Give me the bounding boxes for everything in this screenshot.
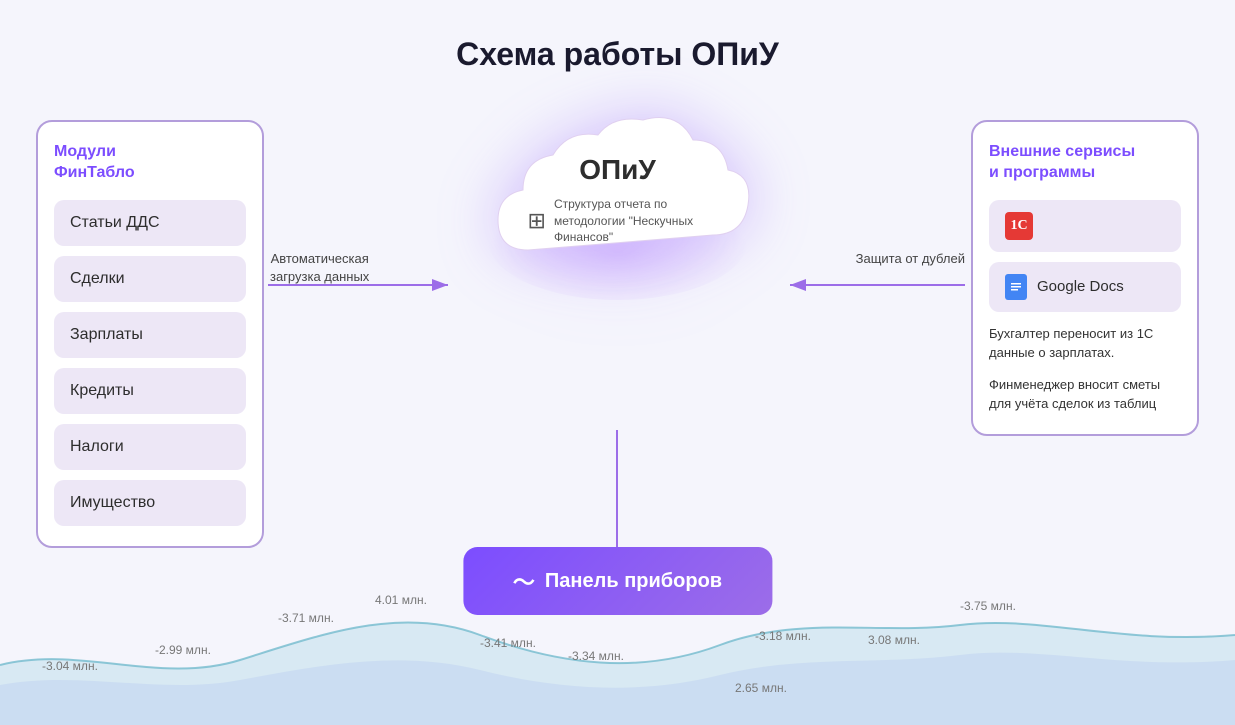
chart-label-5: -3.34 млн. <box>568 649 624 663</box>
service-desc-1: Бухгалтер переносит из 1С данные о зарпл… <box>989 324 1181 363</box>
module-item-taxes: Налоги <box>54 424 246 470</box>
chart-label-3: 4.01 млн. <box>375 593 427 607</box>
module-item-salary: Зарплаты <box>54 312 246 358</box>
chart-label-2: -3.71 млн. <box>278 611 334 625</box>
service-desc-2: Финменеджер вносит сметы для учёта сдело… <box>989 375 1181 414</box>
cloud-content: ОПиУ ⊞ Структура отчета по методологии "… <box>528 154 708 246</box>
left-panel: МодулиФинТабло Статьи ДДС Сделки Зарплат… <box>36 120 264 548</box>
service-item-gdocs: Google Docs <box>989 262 1181 312</box>
cloud-title: ОПиУ <box>528 154 708 186</box>
gdocs-icon <box>1005 274 1027 300</box>
chart-label-10: -3.75 млн. <box>960 599 1016 613</box>
service-item-1c: 1С <box>989 200 1181 252</box>
cloud-shape: ОПиУ ⊞ Структура отчета по методологии "… <box>468 100 768 300</box>
dashboard-button[interactable]: 〜 Панель приборов <box>463 547 772 615</box>
cloud-subtitle: ⊞ Структура отчета по методологии "Неску… <box>528 196 708 246</box>
cloud-subtitle-text: Структура отчета по методологии "Нескучн… <box>554 196 708 246</box>
right-panel: Внешние сервисыи программы 1С Google Doc… <box>971 120 1199 436</box>
cloud-wrapper: ОПиУ ⊞ Структура отчета по методологии "… <box>468 100 768 300</box>
onecs-icon: 1С <box>1005 212 1033 240</box>
chart-label-8: -3.18 млн. <box>755 629 811 643</box>
module-item-property: Имущество <box>54 480 246 526</box>
chart-label-9: 3.08 млн. <box>868 633 920 647</box>
module-item-credits: Кредиты <box>54 368 246 414</box>
chart-label-0: -3.04 млн. <box>42 659 98 673</box>
protect-label: Защита от дублей <box>856 250 965 268</box>
page-title: Схема работы ОПиУ <box>0 0 1235 73</box>
module-item-dds: Статьи ДДС <box>54 200 246 246</box>
dashboard-label: Панель приборов <box>545 570 722 593</box>
right-panel-title: Внешние сервисыи программы <box>989 142 1181 184</box>
auto-load-label: Автоматическаязагрузка данных <box>270 250 369 286</box>
table-icon: ⊞ <box>528 206 546 237</box>
service-label-gdocs: Google Docs <box>1037 278 1124 295</box>
chart-line-icon: 〜 <box>513 565 535 597</box>
chart-label-4: -3.41 млн. <box>480 636 536 650</box>
chart-label-1: -2.99 млн. <box>155 643 211 657</box>
module-item-deals: Сделки <box>54 256 246 302</box>
left-panel-title: МодулиФинТабло <box>54 142 246 184</box>
main-container: Схема работы ОПиУ МодулиФинТабло Статьи … <box>0 0 1235 725</box>
chart-label-7: 2.65 млн. <box>735 681 787 695</box>
